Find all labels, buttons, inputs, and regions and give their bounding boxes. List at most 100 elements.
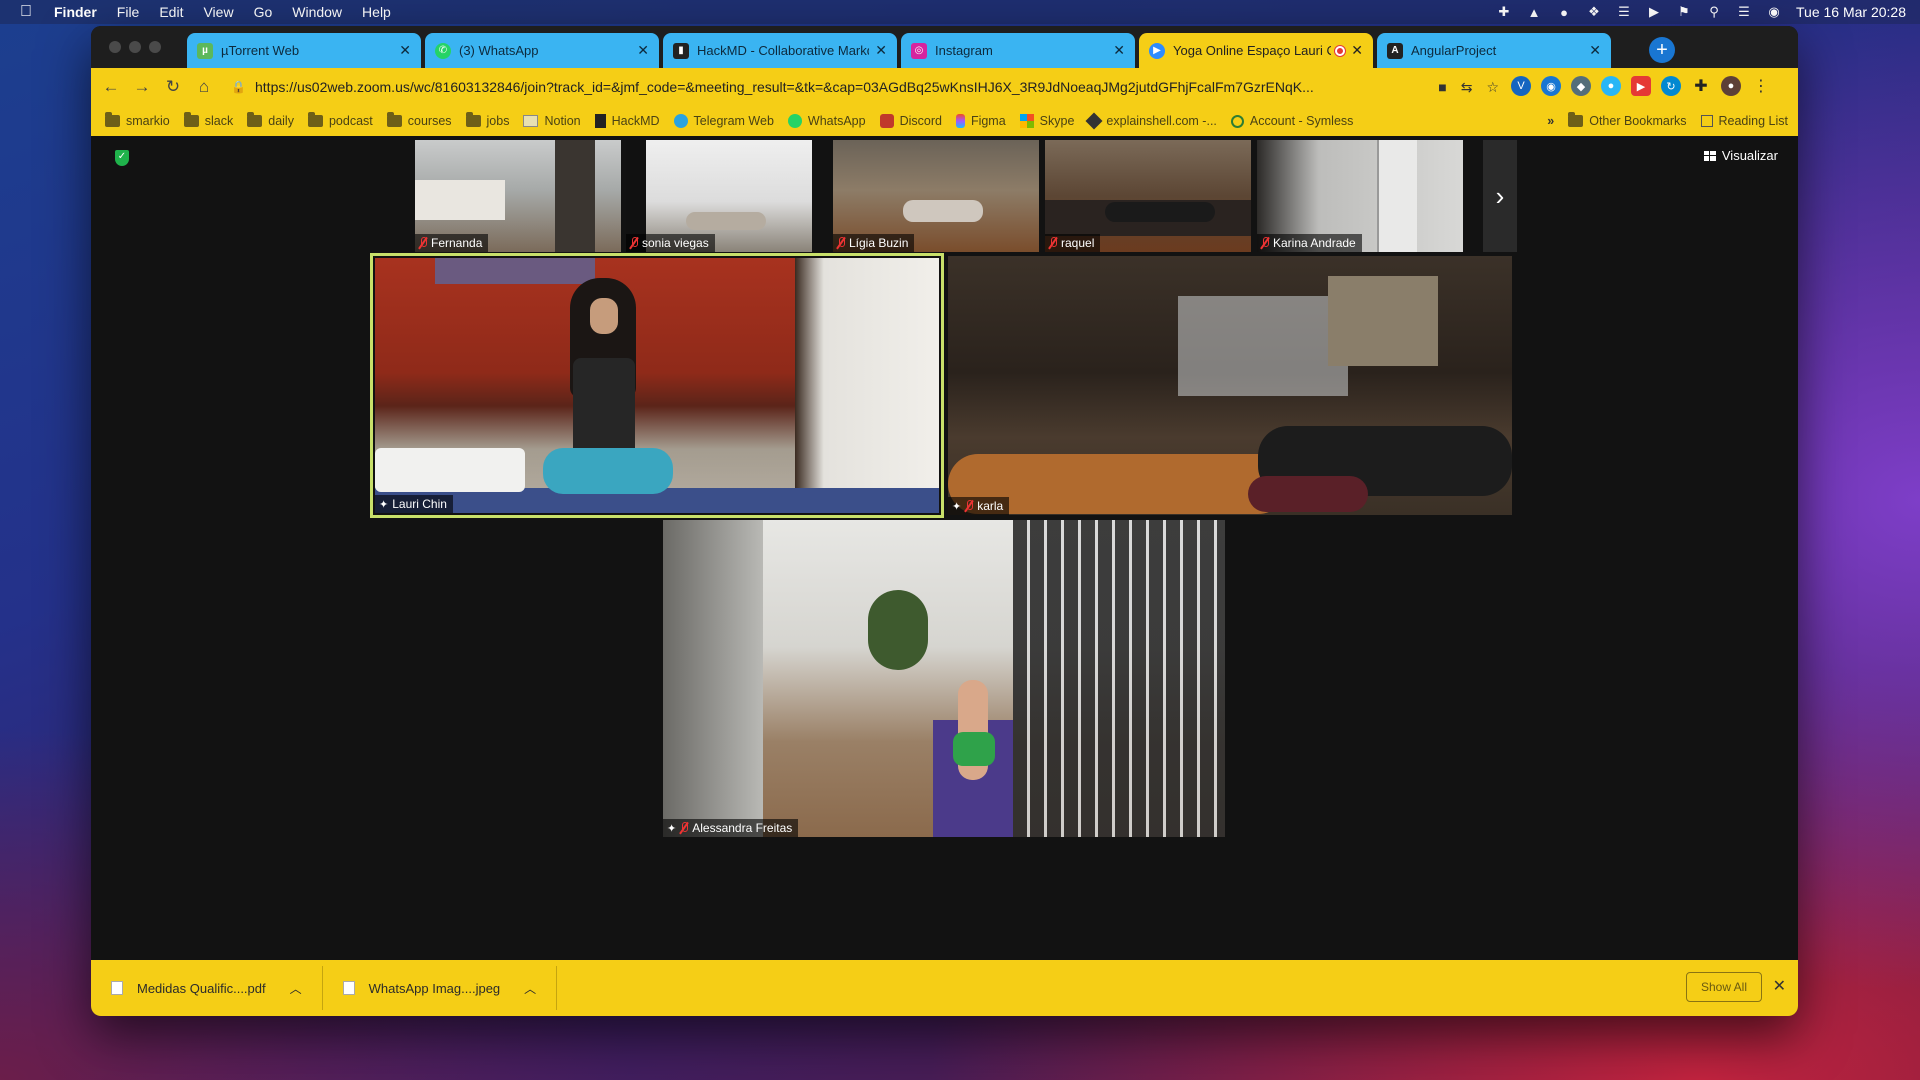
menu-file[interactable]: File [117,4,140,20]
tab-close-icon[interactable]: ✕ [1351,42,1363,59]
chevron-up-icon[interactable]: ︿ [524,980,536,997]
menubar-clock[interactable]: Tue 16 Mar 20:28 [1796,4,1906,20]
participant-thumbnail[interactable]: sonia viegas [626,140,812,252]
menu-app-name[interactable]: Finder [54,4,97,20]
bookmark-slack[interactable]: slack [183,112,233,128]
download-item[interactable]: Medidas Qualific....pdf ︿ [91,966,323,1010]
bookmark-notion[interactable]: Notion [523,114,581,128]
tab-whatsapp[interactable]: ✆ (3) WhatsApp ✕ [425,33,659,68]
bookmark-label: smarkio [126,114,170,128]
extension-sync-icon[interactable]: ↻ [1661,76,1681,96]
tab-close-icon[interactable]: ✕ [637,42,649,59]
bookmark-daily[interactable]: daily [247,112,294,128]
forward-arrow-icon[interactable]: → [131,76,153,98]
camera-icon[interactable]: ■ [1438,79,1446,96]
reading-list-button[interactable]: Reading List [1700,114,1789,128]
bookmark-figma[interactable]: Figma [955,114,1006,128]
participant-thumbnail[interactable]: Lígia Buzin [833,140,1039,252]
extension-globe-icon[interactable]: ◉ [1541,76,1561,96]
bookmark-label: Reading List [1718,114,1789,128]
close-window-button[interactable] [109,41,121,53]
person-lying-shape [903,200,983,222]
tab-angular[interactable]: A AngularProject ✕ [1377,33,1611,68]
siri-icon[interactable]: ◉ [1766,4,1782,19]
bookmark-discord[interactable]: Discord [879,114,942,128]
more-menu-icon[interactable]: ⋮ [1751,76,1771,96]
bookmark-whatsapp[interactable]: WhatsApp [787,114,866,128]
mic-off-status-icon[interactable]: ✚ [1496,4,1512,19]
bookmark-skype[interactable]: Skype [1019,114,1074,128]
next-page-chevron-icon[interactable]: › [1483,140,1517,252]
bookmarks-overflow-button[interactable]: » [1547,114,1554,128]
tab-zoom-active[interactable]: ▶ Yoga Online Espaço Lauri Chin ✕ [1139,33,1373,68]
tab-close-icon[interactable]: ✕ [1113,42,1125,59]
search-icon[interactable]: ⚲ [1706,4,1722,19]
vlc-icon[interactable]: ▲ [1526,5,1542,20]
wordpress-icon[interactable]: ● [1556,5,1572,20]
show-all-button[interactable]: Show All [1685,972,1762,1002]
menu-edit[interactable]: Edit [159,4,183,20]
bookmark-explainshell[interactable]: explainshell.com -... [1085,112,1217,130]
participant-thumbnail[interactable]: Karina Andrade [1257,140,1463,252]
minimize-window-button[interactable] [129,41,141,53]
back-arrow-icon[interactable]: ← [100,76,122,98]
bookmark-hackmd[interactable]: HackMD [594,114,660,128]
menu-go[interactable]: Go [254,4,273,20]
translate-icon[interactable]: ⇆ [1461,79,1473,96]
encryption-shield-icon[interactable]: ✓ [115,150,129,166]
play-circle-icon[interactable]: ▶ [1646,4,1662,19]
pin-icon: ✦ [667,822,677,835]
participant-video[interactable]: ✦ Lauri Chin [375,258,939,513]
menu-window[interactable]: Window [292,4,342,20]
menu-help[interactable]: Help [362,4,391,20]
download-item[interactable]: WhatsApp Imag....jpeg ︿ [323,966,558,1010]
apple-icon[interactable]:  [20,3,38,21]
control-center-icon[interactable]: ☰ [1736,4,1752,19]
dropbox-icon[interactable]: ❖ [1586,4,1602,19]
extensions-puzzle-icon[interactable]: ✚ [1691,76,1711,96]
extension-shield-icon[interactable]: ◆ [1571,76,1591,96]
zoom-icon: ▶ [1149,42,1165,59]
address-bar[interactable]: 🔒 https://us02web.zoom.us/wc/81603132846… [231,72,1499,102]
bookmark-podcast[interactable]: podcast [307,112,373,128]
extension-cloud-icon[interactable]: ● [1601,76,1621,96]
tab-utorrent[interactable]: µ µTorrent Web ✕ [187,33,421,68]
bookmark-jobs[interactable]: jobs [465,112,509,128]
new-tab-button[interactable]: + [1649,37,1675,63]
us-flag-icon[interactable]: ⚑ [1676,4,1692,19]
maximize-window-button[interactable] [149,41,161,53]
pin-icon: ✦ [952,500,962,513]
profile-avatar[interactable]: ● [1721,76,1741,96]
tab-close-icon[interactable]: ✕ [875,42,887,59]
tab-close-icon[interactable]: ✕ [399,42,411,59]
star-icon[interactable]: ☆ [1486,79,1499,96]
url-text[interactable]: https://us02web.zoom.us/wc/81603132846/j… [255,79,1428,95]
bookmark-other[interactable]: Other Bookmarks [1568,112,1687,128]
view-button[interactable]: Visualizar [1703,148,1778,163]
menu-view[interactable]: View [203,4,233,20]
chevron-up-icon[interactable]: ︿ [290,980,302,997]
plant-shape [868,590,928,670]
bookmark-symless[interactable]: Account - Symless [1230,114,1353,128]
participant-video[interactable]: ✦ karla [948,256,1512,515]
participant-name: raquel [1061,236,1095,250]
tab-instagram[interactable]: ◎ Instagram ✕ [901,33,1135,68]
participant-thumbnail[interactable]: Fernanda [415,140,621,252]
participant-video[interactable]: ✦ Alessandra Freitas [663,520,1225,837]
tab-title: (3) WhatsApp [459,43,539,58]
bookmark-label: Other Bookmarks [1589,114,1687,128]
bookmark-telegram[interactable]: Telegram Web [673,114,774,128]
stack-icon[interactable]: ☰ [1616,4,1632,19]
tab-hackmd[interactable]: ▮ HackMD - Collaborative Markdown ✕ [663,33,897,68]
close-icon[interactable]: ✕ [1773,976,1786,996]
reload-icon[interactable]: ↻ [162,76,184,98]
participant-thumbnail[interactable]: raquel [1045,140,1251,252]
extension-v-icon[interactable]: V [1511,76,1531,96]
status-area: ✚ ▲ ● ❖ ☰ ▶ ⚑ ⚲ ☰ ◉ Tue 16 Mar 20:28 [1482,0,1906,24]
tab-close-icon[interactable]: ✕ [1589,42,1601,59]
extension-video-icon[interactable]: ▶ [1631,76,1651,96]
lock-icon[interactable]: 🔒 [231,80,246,94]
bookmark-courses[interactable]: courses [386,112,452,128]
bookmark-smarkio[interactable]: smarkio [105,112,170,128]
home-icon[interactable]: ⌂ [193,76,215,98]
